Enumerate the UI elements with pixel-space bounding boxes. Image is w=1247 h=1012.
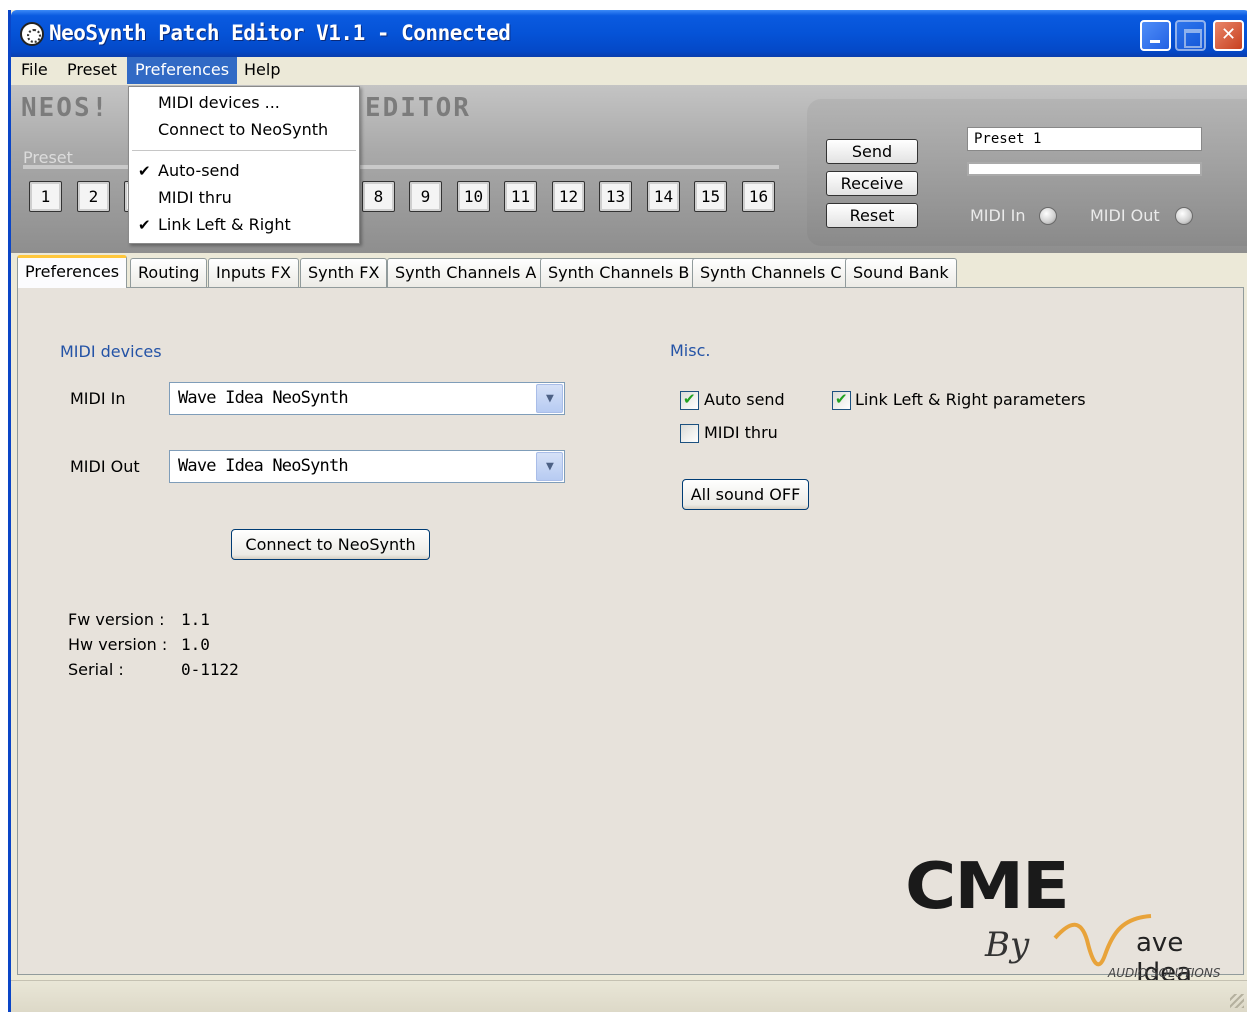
- preferences-panel: MIDI devices MIDI In Wave Idea NeoSynth …: [17, 287, 1244, 988]
- preset-button-10[interactable]: 10: [457, 181, 490, 212]
- midi-devices-title: MIDI devices: [60, 342, 162, 361]
- preset-button-2[interactable]: 2: [77, 181, 110, 212]
- receive-button[interactable]: Receive: [826, 171, 918, 196]
- neosynth-logo: NEOS!: [21, 93, 110, 123]
- minimize-button[interactable]: [1140, 20, 1171, 51]
- preset-button-15[interactable]: 15: [694, 181, 727, 212]
- preset-button-12[interactable]: 12: [552, 181, 585, 212]
- menu-preferences[interactable]: Preferences: [127, 57, 238, 84]
- preset-button-13[interactable]: 13: [599, 181, 632, 212]
- midi-out-led-icon: [1175, 207, 1193, 225]
- link-parameters-label: Link Left & Right parameters: [855, 390, 1086, 409]
- link-parameters-checkbox[interactable]: [832, 390, 851, 410]
- midi-in-select[interactable]: Wave Idea NeoSynth ▼: [169, 382, 565, 415]
- auto-send-label: Auto send: [704, 390, 785, 409]
- tab-sound-bank[interactable]: Sound Bank: [845, 258, 957, 287]
- menu-file[interactable]: File: [13, 57, 56, 84]
- menu-item-auto-send[interactable]: ✔ Auto-send: [129, 158, 359, 184]
- connect-button[interactable]: Connect to NeoSynth: [231, 529, 430, 560]
- app-window: NeoSynth Patch Editor V1.1 - Connected ✕…: [8, 10, 1247, 1012]
- menu-item-connect[interactable]: Connect to NeoSynth: [129, 117, 359, 143]
- menu-help[interactable]: Help: [236, 57, 288, 84]
- preferences-dropdown-menu: MIDI devices ... Connect to NeoSynth ✔ A…: [128, 86, 360, 244]
- wave-idea-subtitle: AUDIO SOLUTIONS: [1108, 966, 1221, 980]
- preset-button-11[interactable]: 11: [504, 181, 537, 212]
- serial-label: Serial :: [68, 660, 124, 679]
- window-title: NeoSynth Patch Editor V1.1 - Connected: [49, 21, 511, 45]
- midi-thru-label: MIDI thru: [704, 423, 778, 442]
- preset-button-14[interactable]: 14: [647, 181, 680, 212]
- cme-logo: CME: [905, 848, 1070, 924]
- midi-in-led-icon: [1039, 207, 1057, 225]
- serial-value: 0-1122: [181, 660, 239, 679]
- menu-item-link-left-right[interactable]: ✔ Link Left & Right: [129, 212, 359, 238]
- reset-button[interactable]: Reset: [826, 203, 918, 228]
- close-button[interactable]: ✕: [1213, 20, 1244, 51]
- tab-strip: Preferences Routing Inputs FX Synth FX S…: [15, 255, 1245, 288]
- menu-item-label: Auto-send: [158, 161, 240, 180]
- tab-routing[interactable]: Routing: [130, 258, 208, 287]
- midi-in-value: Wave Idea NeoSynth: [178, 388, 349, 408]
- by-text: By: [985, 925, 1030, 965]
- menu-item-label: Link Left & Right: [158, 215, 291, 234]
- midi-out-label: MIDI Out: [70, 457, 140, 476]
- all-sound-off-button[interactable]: All sound OFF: [682, 479, 809, 510]
- midi-in-label: MIDI In: [70, 389, 126, 408]
- checkmark-icon: ✔: [138, 162, 151, 180]
- midi-in-led-label: MIDI In: [970, 206, 1026, 225]
- title-bar[interactable]: NeoSynth Patch Editor V1.1 - Connected ✕: [11, 10, 1247, 57]
- midi-out-led-label: MIDI Out: [1090, 206, 1160, 225]
- transfer-panel: Send Receive Reset Preset 1 MIDI In MIDI…: [807, 99, 1247, 246]
- preset-button-1[interactable]: 1: [29, 181, 62, 212]
- send-button[interactable]: Send: [826, 139, 918, 164]
- midi-out-select[interactable]: Wave Idea NeoSynth ▼: [169, 450, 565, 483]
- checkmark-icon: ✔: [138, 216, 151, 234]
- preset-button-16[interactable]: 16: [742, 181, 775, 212]
- tab-preferences[interactable]: Preferences: [17, 255, 128, 288]
- preset-name-field[interactable]: Preset 1: [967, 127, 1202, 151]
- tab-inputs-fx[interactable]: Inputs FX: [208, 258, 300, 287]
- auto-send-checkbox[interactable]: [680, 390, 699, 410]
- menu-item-label: MIDI thru: [158, 188, 232, 207]
- maximize-button[interactable]: [1175, 20, 1206, 51]
- editor-logo: EDITOR: [365, 93, 471, 123]
- midi-out-value: Wave Idea NeoSynth: [178, 456, 349, 476]
- menu-preset[interactable]: Preset: [59, 57, 125, 84]
- app-icon[interactable]: [20, 22, 44, 46]
- menu-separator: [132, 150, 356, 151]
- misc-title: Misc.: [670, 341, 711, 360]
- tab-synth-fx[interactable]: Synth FX: [300, 258, 388, 287]
- midi-thru-checkbox[interactable]: [680, 424, 699, 443]
- menu-item-midi-devices[interactable]: MIDI devices ...: [129, 90, 359, 116]
- resize-grip-icon[interactable]: [1230, 994, 1244, 1008]
- preset-button-9[interactable]: 9: [409, 181, 442, 212]
- fw-version-value: 1.1: [181, 610, 210, 629]
- chevron-down-icon[interactable]: ▼: [536, 452, 563, 481]
- preset-button-8[interactable]: 8: [362, 181, 395, 212]
- tab-synth-channels-c[interactable]: Synth Channels C: [692, 258, 850, 287]
- status-bar: [11, 980, 1247, 1012]
- tab-synth-channels-a[interactable]: Synth Channels A: [387, 258, 545, 287]
- hw-version-value: 1.0: [181, 635, 210, 654]
- menu-item-midi-thru[interactable]: MIDI thru: [129, 185, 359, 211]
- tab-synth-channels-b[interactable]: Synth Channels B: [540, 258, 698, 287]
- menu-item-label: Connect to NeoSynth: [158, 120, 329, 139]
- menu-bar: File Preset Preferences Help: [11, 57, 1247, 85]
- hw-version-label: Hw version :: [68, 635, 168, 654]
- chevron-down-icon[interactable]: ▼: [536, 384, 563, 413]
- fw-version-label: Fw version :: [68, 610, 165, 629]
- transfer-progress-bar: [967, 162, 1202, 176]
- menu-item-label: MIDI devices ...: [158, 93, 280, 112]
